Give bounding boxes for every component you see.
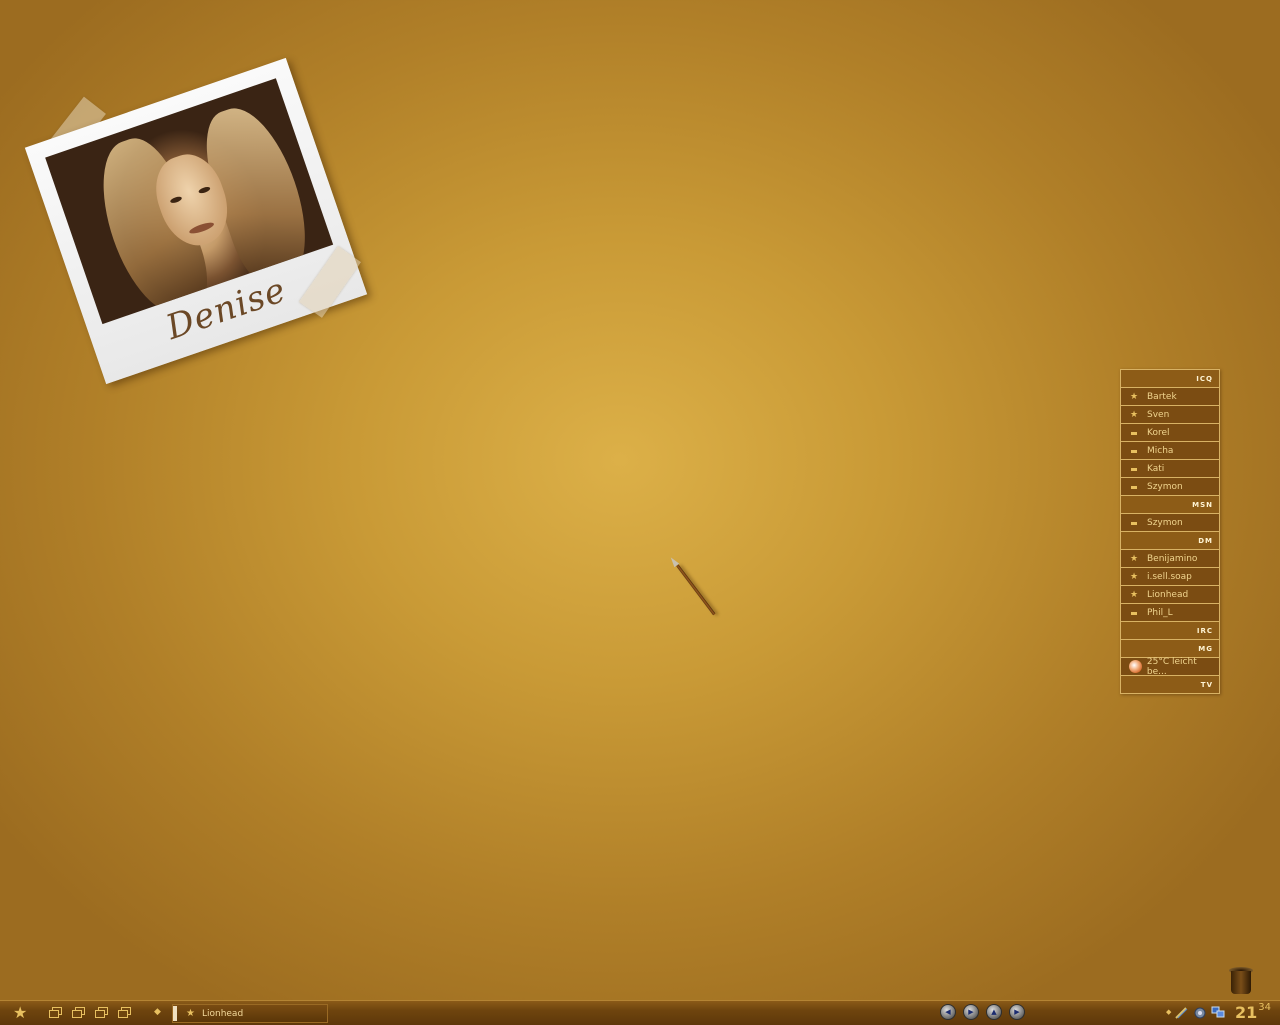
contact-name: 25°C leicht be... bbox=[1146, 656, 1197, 677]
contact-item[interactable]: ★ Benijamino bbox=[1121, 550, 1219, 568]
pen-tool-tray-icon[interactable] bbox=[1174, 1006, 1188, 1019]
contact-name: Lionhead bbox=[1147, 589, 1189, 600]
away-status-icon bbox=[1121, 446, 1147, 456]
contact-name: Phil_L bbox=[1147, 607, 1173, 618]
contact-group-header[interactable]: DM bbox=[1121, 532, 1219, 550]
group-label: IRC bbox=[1196, 626, 1213, 635]
weather-item[interactable]: 25°C leicht be... bbox=[1121, 656, 1219, 677]
contact-name: i.sell.soap bbox=[1147, 571, 1192, 582]
virtual-desktop-4-icon[interactable] bbox=[118, 1007, 131, 1018]
contact-name: Micha bbox=[1147, 445, 1174, 456]
clock[interactable]: 2134 bbox=[1235, 1001, 1271, 1022]
group-label: ICQ bbox=[1196, 374, 1213, 383]
next-icon[interactable]: ▶ bbox=[1009, 1004, 1025, 1020]
contact-name: Bartek bbox=[1147, 391, 1177, 402]
virtual-desktop-1-icon[interactable] bbox=[49, 1007, 62, 1018]
group-label: MG bbox=[1198, 644, 1213, 653]
contact-item[interactable]: Kati bbox=[1121, 460, 1219, 478]
away-status-icon bbox=[1121, 428, 1147, 438]
contact-item[interactable]: Szymon bbox=[1121, 514, 1219, 532]
trash-bin-icon[interactable] bbox=[1229, 966, 1253, 996]
contact-item[interactable]: Micha bbox=[1121, 442, 1219, 460]
contact-name: Sven bbox=[1147, 409, 1170, 420]
star-icon: ★ bbox=[186, 1008, 195, 1019]
contact-name: Benijamino bbox=[1147, 553, 1198, 564]
pen-cursor-icon bbox=[676, 564, 716, 616]
contact-item[interactable]: ★ i.sell.soap bbox=[1121, 568, 1219, 586]
contact-group-header[interactable]: IRC bbox=[1121, 622, 1219, 640]
clock-minutes: 34 bbox=[1258, 1001, 1271, 1013]
task-label: Lionhead bbox=[201, 1008, 244, 1019]
contact-name: Korel bbox=[1147, 427, 1170, 438]
play-icon[interactable]: ▶ bbox=[963, 1004, 979, 1020]
separator-dot-icon: ◆ bbox=[154, 1007, 161, 1017]
contact-group-header[interactable]: TV bbox=[1121, 676, 1219, 693]
start-star-icon[interactable]: ★ bbox=[13, 1003, 27, 1022]
away-status-icon bbox=[1121, 518, 1147, 528]
online-star-icon: ★ bbox=[1129, 391, 1139, 402]
online-star-icon: ★ bbox=[1129, 589, 1139, 600]
task-indicator bbox=[173, 1006, 177, 1021]
group-label: MSN bbox=[1192, 500, 1213, 509]
away-status-icon bbox=[1121, 482, 1147, 492]
away-status-icon bbox=[1121, 608, 1147, 618]
virtual-desktop-2-icon[interactable] bbox=[72, 1007, 85, 1018]
online-star-icon: ★ bbox=[1129, 409, 1139, 420]
tray-arrow-icon[interactable]: ◆ bbox=[1166, 1008, 1171, 1016]
contact-item[interactable]: Phil_L bbox=[1121, 604, 1219, 622]
contact-item[interactable]: Szymon bbox=[1121, 478, 1219, 496]
contact-item[interactable]: Korel bbox=[1121, 424, 1219, 442]
group-label: TV bbox=[1200, 680, 1213, 689]
away-status-icon bbox=[1121, 464, 1147, 474]
contact-item[interactable]: ★ Sven bbox=[1121, 406, 1219, 424]
clock-hours: 21 bbox=[1235, 1003, 1258, 1022]
previous-icon[interactable]: ◀ bbox=[940, 1004, 956, 1020]
online-star-icon: ★ bbox=[1129, 571, 1139, 582]
weather-icon bbox=[1129, 660, 1142, 673]
taskbar: ★ ◆ ★ Lionhead ◀ ▶ ▲ ▶ ◆ 2134 bbox=[0, 1000, 1280, 1025]
contact-item[interactable]: ★ Bartek bbox=[1121, 388, 1219, 406]
group-label: DM bbox=[1198, 536, 1213, 545]
network-tray-icon[interactable] bbox=[1211, 1006, 1225, 1019]
task-button-lionhead[interactable]: ★ Lionhead bbox=[172, 1004, 328, 1023]
contact-list: ICQ ★ Bartek ★ Sven Korel Micha Kati Szymon MSN Sz… bbox=[1120, 369, 1220, 694]
settings-tray-icon[interactable] bbox=[1193, 1006, 1207, 1019]
contact-name: Szymon bbox=[1147, 517, 1183, 528]
online-star-icon: ★ bbox=[1129, 553, 1139, 564]
contact-item[interactable]: ★ Lionhead bbox=[1121, 586, 1219, 604]
contact-group-header[interactable]: MG bbox=[1121, 640, 1219, 658]
contact-name: Kati bbox=[1147, 463, 1165, 474]
contact-group-header[interactable]: ICQ bbox=[1121, 370, 1219, 388]
eject-icon[interactable]: ▲ bbox=[986, 1004, 1002, 1020]
virtual-desktop-3-icon[interactable] bbox=[95, 1007, 108, 1018]
contact-group-header[interactable]: MSN bbox=[1121, 496, 1219, 514]
contact-name: Szymon bbox=[1147, 481, 1183, 492]
